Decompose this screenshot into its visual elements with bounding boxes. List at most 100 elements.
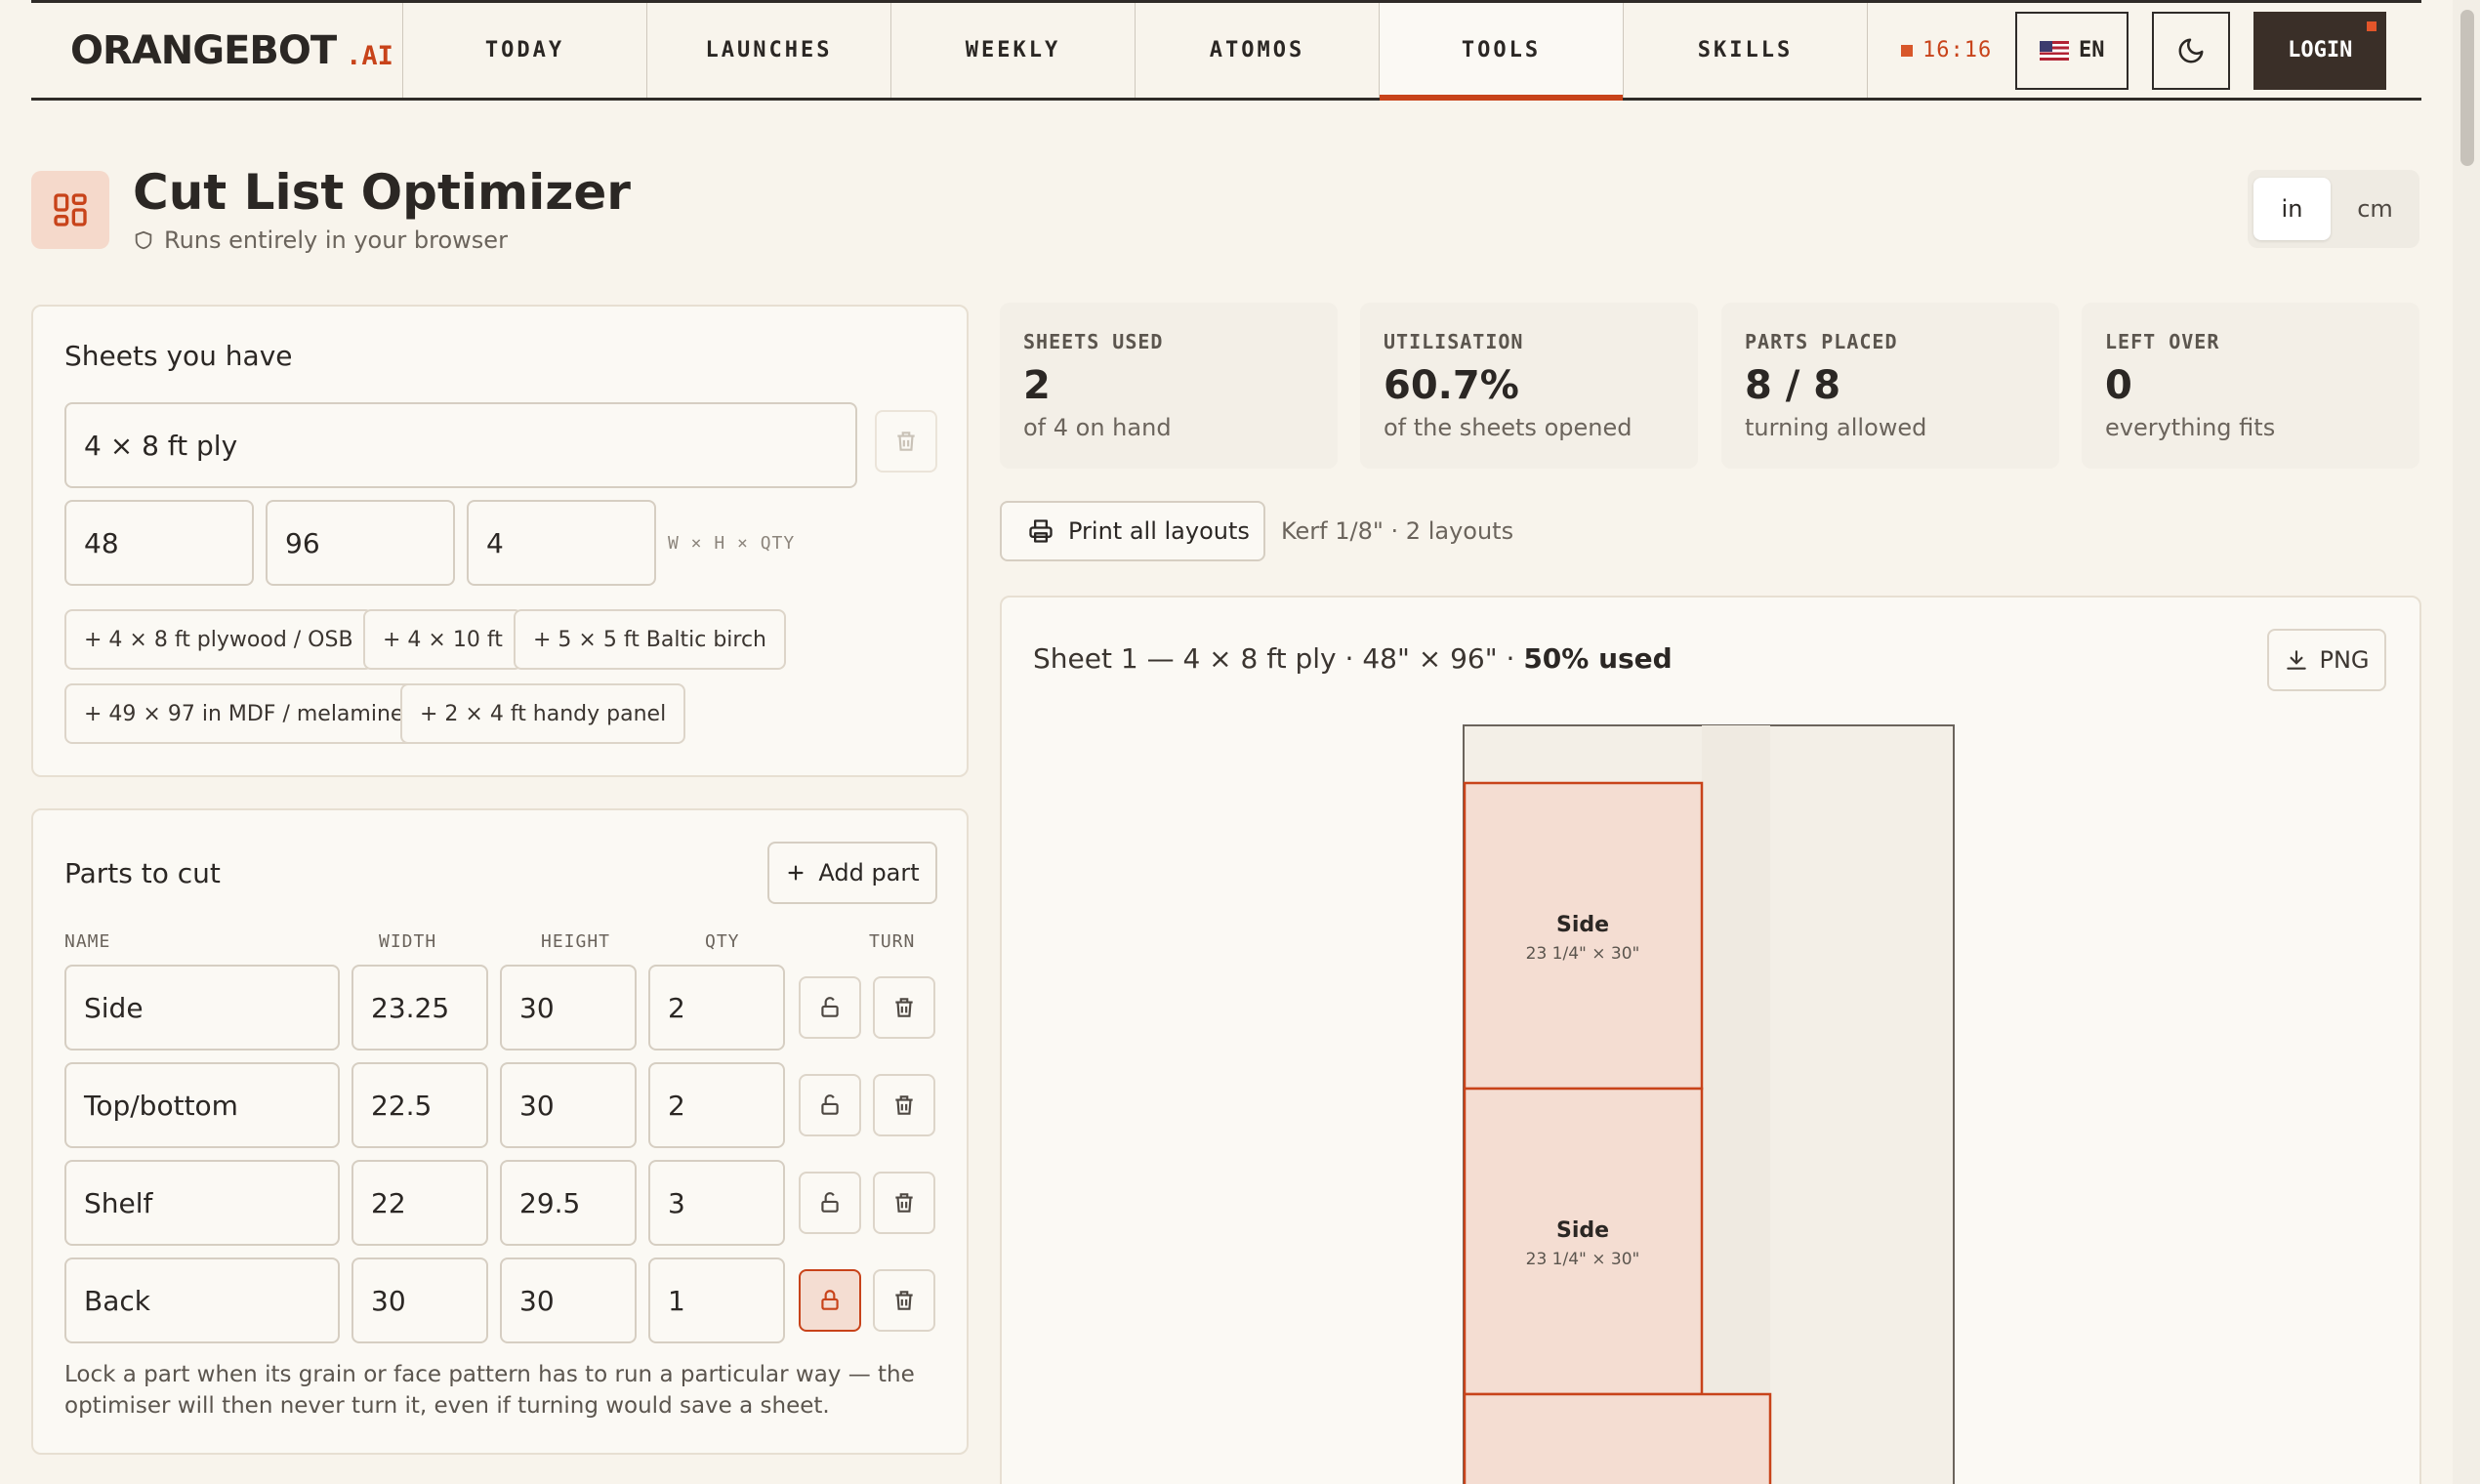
part-width-input[interactable]: 30 [351,1257,488,1343]
nav-skills[interactable]: SKILLS [1624,3,1868,98]
trash-icon [895,1291,913,1310]
us-flag-icon [2039,40,2069,61]
turn-toggle-button-locked[interactable] [799,1269,861,1332]
part-label: Side [1556,1218,1609,1243]
lock-icon [821,1290,839,1310]
delete-part-button[interactable] [873,1172,935,1234]
page-scrollbar[interactable] [2453,0,2480,1484]
part-dims: 23 1/4" × 30" [1526,1250,1640,1269]
trash-icon [897,432,915,451]
login-button[interactable]: LOGIN [2253,11,2387,90]
png-label: PNG [2319,646,2370,674]
part-qty-input[interactable]: 1 [648,1257,785,1343]
unit-toggle: in cm [2248,170,2419,248]
part-qty-input[interactable]: 2 [648,965,785,1051]
sheet-diagram: Side 23 1/4" × 30" Side 23 1/4" × 30" [1463,724,1955,1484]
nav-right-group: 16:16 EN LOGIN [1868,3,2421,98]
unlock-icon [821,997,839,1017]
part-name-input[interactable]: Shelf [64,1160,340,1246]
sheet-height-input[interactable]: 96 [266,500,455,586]
unit-option-cm[interactable]: cm [2336,178,2414,240]
preset-plywood-osb[interactable]: + 4 × 8 ft plywood / OSB [64,609,373,670]
brand-suffix: .AI [346,41,393,71]
clock-time: 16:16 [1922,38,1993,62]
language-button[interactable]: EN [2015,11,2129,90]
preset-baltic-birch[interactable]: + 5 × 5 ft Baltic birch [514,609,787,670]
part-name-input[interactable]: Back [64,1257,340,1343]
stat-value: 0 [2105,363,2132,408]
placed-part-partial[interactable] [1463,1392,1772,1484]
stat-label: PARTS PLACED [1745,330,1898,353]
sheet-layout-title-text: Sheet 1 — 4 × 8 ft ply · 48" × 96" · [1033,642,1524,675]
scrollbar-thumb[interactable] [2460,10,2474,166]
delete-part-button[interactable] [873,976,935,1039]
stat-value: 60.7% [1384,363,1519,408]
column-header-height: HEIGHT [541,931,611,952]
turn-toggle-button[interactable] [799,976,861,1039]
part-width-input[interactable]: 23.25 [351,965,488,1051]
moon-icon [2178,38,2204,62]
part-height-input[interactable]: 29.5 [500,1160,637,1246]
sheet-qty-input[interactable]: 4 [467,500,656,586]
stat-left-over: LEFT OVER 0 everything fits [2082,303,2419,469]
part-width-input[interactable]: 22 [351,1160,488,1246]
part-height-input[interactable]: 30 [500,1257,637,1343]
top-nav: ORANGEBOT .AI TODAY LAUNCHES WEEKLY ATOM… [31,0,2421,101]
nav-tools[interactable]: TOOLS [1380,3,1624,101]
download-icon [2287,650,2307,670]
theme-toggle-button[interactable] [2152,11,2231,90]
preset-4x10[interactable]: + 4 × 10 ft [363,609,522,670]
nav-weekly[interactable]: WEEKLY [891,3,1136,98]
sheet-width-input[interactable]: 48 [64,500,254,586]
part-name-input[interactable]: Top/bottom [64,1062,340,1148]
part-height-input[interactable]: 30 [500,1062,637,1148]
preset-handy-panel[interactable]: + 2 × 4 ft handy panel [400,683,686,744]
delete-part-button[interactable] [873,1074,935,1136]
sheets-card: Sheets you have 4 × 8 ft ply 48 96 4 W ×… [31,305,969,777]
part-dims: 23 1/4" × 30" [1526,944,1640,964]
stat-parts-placed: PARTS PLACED 8 / 8 turning allowed [1721,303,2059,469]
brand-name: ORANGEBOT [70,27,337,73]
brand-logo[interactable]: ORANGEBOT .AI [31,3,403,98]
delete-sheet-button[interactable] [875,410,937,473]
printer-icon [1029,519,1053,543]
part-qty-input[interactable]: 2 [648,1062,785,1148]
part-name-input[interactable]: Side [64,965,340,1051]
lock-help-note: Lock a part when its grain or face patte… [64,1362,915,1419]
nav-today[interactable]: TODAY [403,3,647,98]
part-qty-input[interactable]: 3 [648,1160,785,1246]
clock: 16:16 [1901,38,1992,62]
preset-mdf-melamine[interactable]: + 49 × 97 in MDF / melamine [64,683,424,744]
stat-value: 8 / 8 [1745,363,1841,408]
stat-sub: turning allowed [1745,414,1927,441]
nav-atomos[interactable]: ATOMOS [1136,3,1380,98]
stat-label: SHEETS USED [1023,330,1164,353]
subtitle-text: Runs entirely in your browser [164,227,508,254]
turn-toggle-button[interactable] [799,1172,861,1234]
stat-sub: of 4 on hand [1023,414,1172,441]
print-all-layouts-button[interactable]: Print all layouts [1000,501,1265,561]
notification-dot-icon [2367,21,2377,31]
sheet-name-input[interactable]: 4 × 8 ft ply [64,402,857,488]
offcut-strip [1702,725,1770,1484]
delete-part-button[interactable] [873,1269,935,1332]
stat-sheets-used: SHEETS USED 2 of 4 on hand [1000,303,1338,469]
column-header-turn: TURN [869,931,916,952]
add-part-button[interactable]: Add part [767,842,937,904]
nav-launches[interactable]: LAUNCHES [647,3,891,98]
part-width-input[interactable]: 22.5 [351,1062,488,1148]
dashboard-grid-icon [31,171,109,249]
plus-icon [788,865,804,881]
turn-toggle-button[interactable] [799,1074,861,1136]
unit-option-in[interactable]: in [2253,178,2331,240]
kerf-info: Kerf 1/8" · 2 layouts [1281,517,1514,545]
part-label: Side [1556,913,1609,937]
trash-icon [895,1095,913,1115]
download-png-button[interactable]: PNG [2267,629,2386,691]
trash-icon [895,1193,913,1213]
column-header-qty: QTY [705,931,740,952]
part-height-input[interactable]: 30 [500,965,637,1051]
sheets-card-title: Sheets you have [64,340,293,372]
language-label: EN [2078,38,2105,62]
parts-card: Parts to cut Add part NAME WIDTH HEIGHT … [31,808,969,1455]
